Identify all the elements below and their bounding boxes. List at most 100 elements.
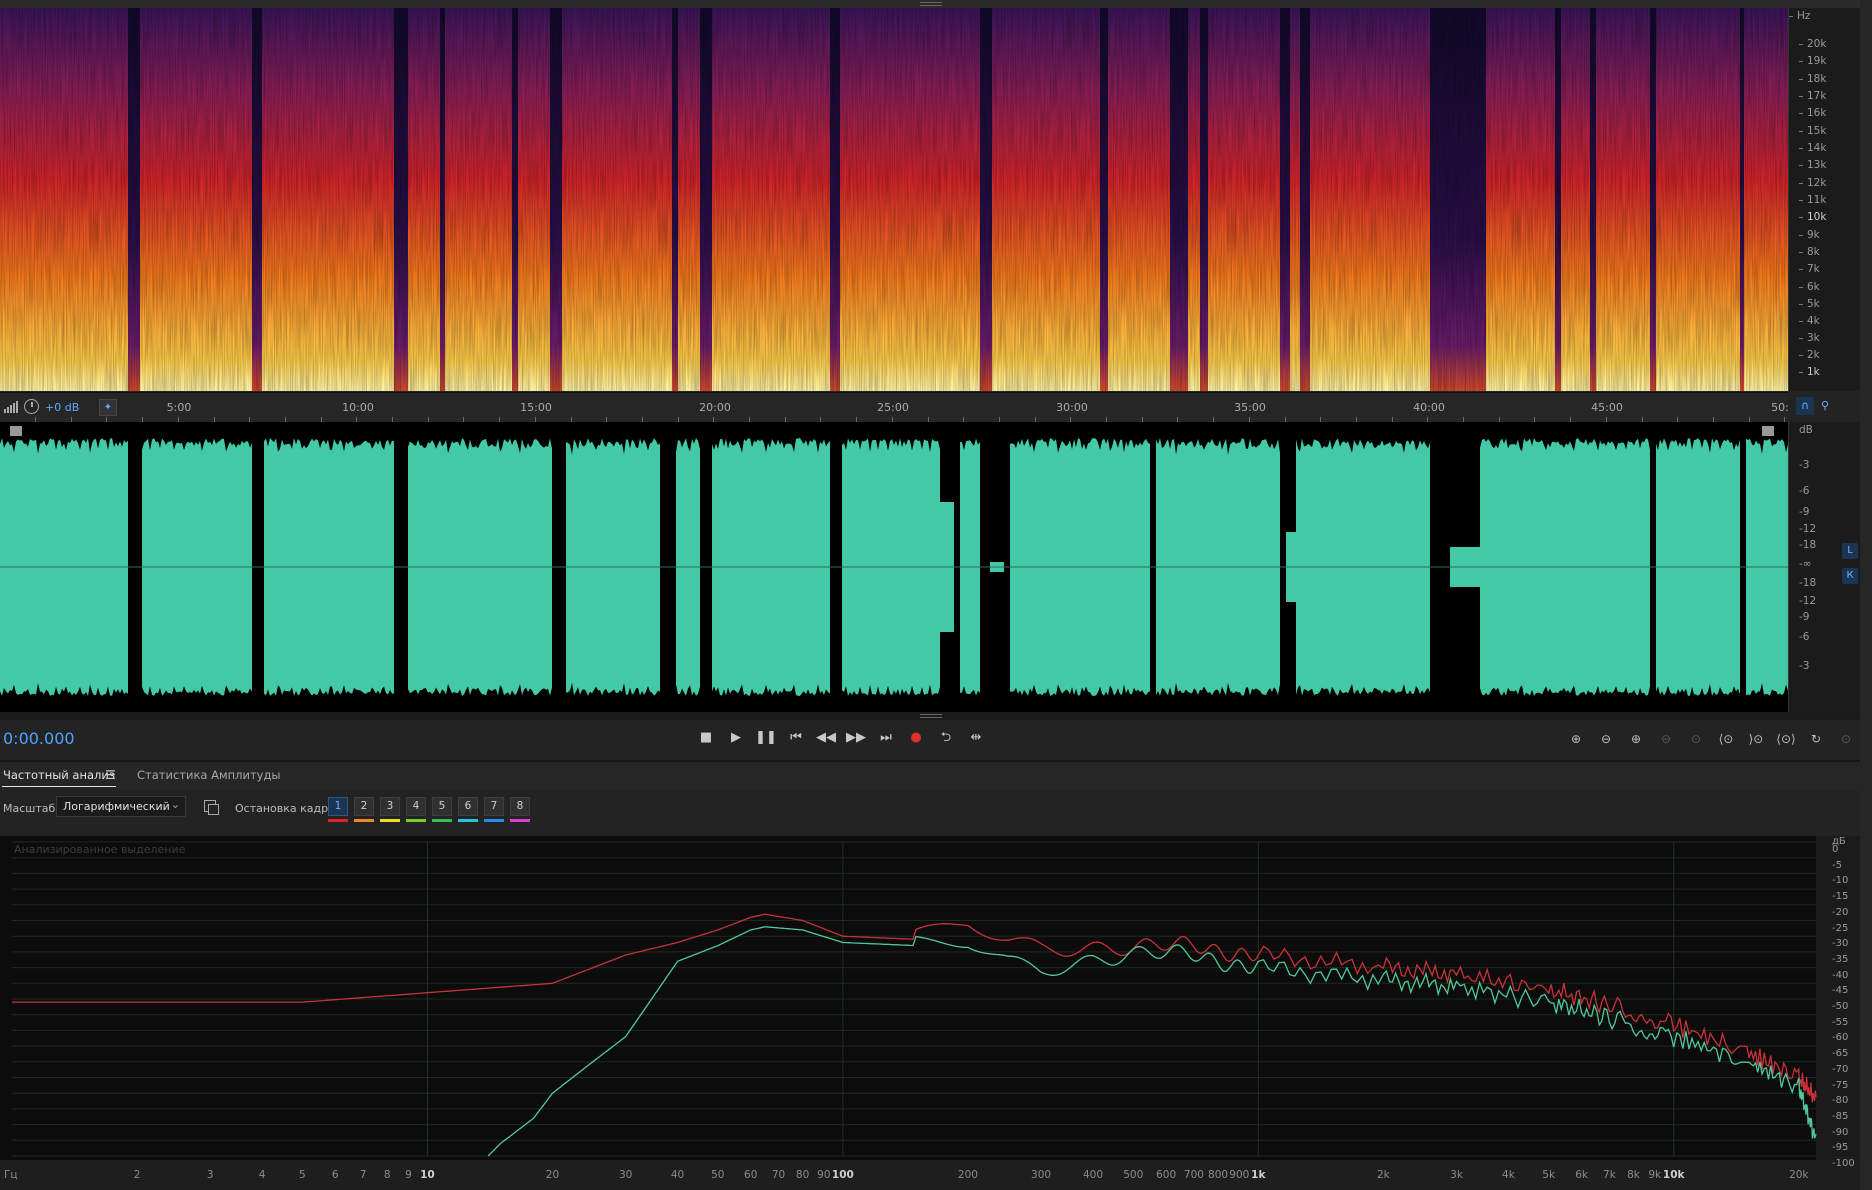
amplitude-tick-label: -3: [1799, 660, 1810, 672]
x-axis-unit-label: Гц: [4, 1169, 18, 1181]
freeze-frame-button-2[interactable]: 2: [354, 797, 374, 816]
channel-right-toggle[interactable]: К: [1842, 568, 1858, 584]
freq-tick-label: 2k: [1799, 349, 1820, 361]
y-tick-label: -95: [1832, 1142, 1849, 1154]
amplitude-tick-label: -12: [1799, 595, 1817, 607]
freeze-frame-button-6[interactable]: 6: [458, 797, 478, 816]
x-tick-label: 7k: [1603, 1169, 1616, 1181]
freq-tick-label: 5k: [1799, 298, 1820, 310]
freq-tick-label: 12k: [1798, 177, 1827, 189]
time-tick-label: 25:00: [877, 401, 909, 414]
loop-playback-button[interactable]: ⮌: [934, 728, 958, 748]
time-tick-label: 20:00: [699, 401, 731, 414]
x-tick-label: 20: [545, 1169, 560, 1181]
y-tick-label: -90: [1832, 1126, 1849, 1138]
splitter-grip-icon[interactable]: [920, 714, 942, 718]
amplitude-tick-label: -6: [1799, 631, 1810, 643]
splitter-grip-icon[interactable]: [920, 2, 942, 6]
freeze-frame-button-1[interactable]: 1: [328, 797, 348, 816]
freeze-frame-button-4[interactable]: 4: [406, 797, 426, 816]
amplitude-tick-label: -12: [1799, 523, 1817, 535]
tab-amplitude-statistics[interactable]: Статистика Амплитуды: [137, 768, 281, 782]
zoom-in-amplitude-button[interactable]: ⊕: [1564, 729, 1588, 749]
fade-out-handle-icon[interactable]: [1762, 426, 1774, 436]
y-tick-label: -55: [1832, 1016, 1849, 1028]
x-tick-label: 5k: [1542, 1169, 1556, 1181]
y-tick-label: -100: [1832, 1158, 1855, 1169]
freeze-frame-color-swatch: [380, 819, 400, 822]
tab-frequency-analysis[interactable]: Частотный анализ: [3, 768, 115, 782]
y-tick-label: -20: [1832, 906, 1849, 918]
freq-tick-label: 1k: [1799, 366, 1820, 378]
pause-button[interactable]: ❚❚: [754, 728, 778, 748]
time-tick-label: 5:00: [166, 401, 192, 414]
copy-to-clipboard-icon[interactable]: [204, 800, 219, 815]
y-tick-label: -10: [1832, 875, 1849, 887]
freeze-frame-button-5[interactable]: 5: [432, 797, 452, 816]
y-tick-label: -40: [1832, 969, 1849, 981]
marker-pin-icon[interactable]: ⚲: [1816, 397, 1834, 415]
x-tick-label: 200: [957, 1169, 978, 1181]
waveform-display[interactable]: [0, 422, 1788, 712]
freq-tick-label: 19k: [1798, 55, 1827, 67]
freeze-frame-label: Остановка кадра:: [235, 802, 339, 815]
fast-forward-button[interactable]: ▶▶: [844, 728, 868, 748]
freeze-frame-color-swatch: [328, 819, 348, 822]
rewind-button[interactable]: ◀◀: [814, 728, 838, 748]
x-tick-label: 5: [299, 1169, 306, 1181]
zoom-out-time-button[interactable]: ⊖: [1654, 729, 1678, 749]
x-tick-label: 40: [670, 1169, 685, 1181]
x-tick-label: 30: [618, 1169, 633, 1181]
headphones-icon[interactable]: ∩: [1796, 397, 1814, 415]
zoom-full-icon[interactable]: ⟨⊙⟩: [1774, 729, 1798, 749]
chevron-down-icon: ⌄: [170, 798, 180, 811]
current-time-display[interactable]: 0:00.000: [3, 729, 75, 748]
x-tick-label: 50: [711, 1169, 725, 1181]
zoom-reset-icon[interactable]: ↻: [1804, 729, 1828, 749]
x-tick-label: 400: [1082, 1169, 1104, 1181]
spectrum-series-2: [487, 926, 1817, 1157]
freeze-frame-color-swatch: [484, 819, 504, 822]
timeline-ruler[interactable]: 5:00 10:00 15:00 20:00 25:00 30:00 35:00 40:00 4…: [0, 392, 1789, 422]
play-button[interactable]: ▶: [724, 728, 748, 748]
freeze-frame-button-8[interactable]: 8: [510, 797, 530, 816]
x-tick-label: 800: [1208, 1169, 1229, 1181]
zoom-out-amplitude-button[interactable]: ⊖: [1594, 729, 1618, 749]
right-edge-strip: [1860, 0, 1872, 1190]
zoom-selection-button[interactable]: ⊙: [1684, 729, 1708, 749]
freeze-frame-color-swatch: [510, 819, 530, 822]
zoom-to-selection-icon[interactable]: ⊙: [1834, 729, 1858, 749]
stop-button[interactable]: ■: [694, 728, 718, 748]
x-tick-label: 4k: [1502, 1169, 1515, 1181]
amplitude-scale: dB -3 -6 -9 -12 -18 -∞ -18 -12 -9 -6 -3: [1788, 422, 1860, 712]
skip-to-start-button[interactable]: ⏮: [784, 728, 808, 748]
gain-knob-icon[interactable]: [24, 399, 39, 414]
zoom-in-time-button[interactable]: ⊕: [1624, 729, 1648, 749]
scale-dropdown-value: Логарифмический: [63, 800, 170, 813]
freq-tick-label: 11k: [1798, 194, 1827, 206]
freq-tick-label: 7k: [1799, 263, 1820, 275]
skip-selection-button[interactable]: ⇹: [964, 728, 988, 748]
y-tick-label: -85: [1832, 1110, 1849, 1122]
amplitude-tick-label: -9: [1799, 506, 1810, 518]
fade-in-handle-icon[interactable]: [10, 426, 22, 436]
gain-value[interactable]: +0 dB: [45, 401, 79, 414]
scale-dropdown[interactable]: Логарифмический ⌄: [56, 796, 186, 817]
freeze-frame-button-7[interactable]: 7: [484, 797, 504, 816]
pin-icon[interactable]: ✦: [99, 399, 117, 416]
level-meter-icon[interactable]: [4, 401, 19, 413]
x-tick-label: 20k: [1789, 1169, 1809, 1181]
spectral-frequency-display[interactable]: [0, 8, 1788, 391]
channel-left-toggle[interactable]: L: [1842, 543, 1858, 559]
zoom-in-point-icon[interactable]: ⟨⊙: [1714, 729, 1738, 749]
record-button[interactable]: ●: [904, 728, 928, 748]
freq-tick-label: 18k: [1798, 73, 1827, 85]
freq-tick-label: 4k: [1799, 315, 1820, 327]
zoom-out-point-icon[interactable]: ⟩⊙: [1744, 729, 1768, 749]
y-tick-label: -30: [1832, 938, 1849, 950]
x-tick-label: 7: [359, 1169, 367, 1181]
freeze-frame-button-3[interactable]: 3: [380, 797, 400, 816]
skip-to-end-button[interactable]: ⏭: [874, 728, 898, 748]
panel-menu-icon[interactable]: ☰: [105, 768, 116, 782]
x-tick-label: 8k: [1627, 1169, 1640, 1181]
